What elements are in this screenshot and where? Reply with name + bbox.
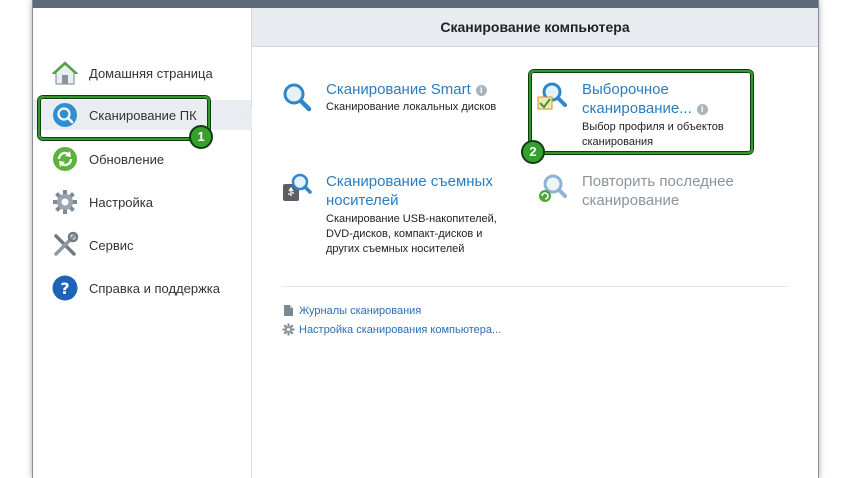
smart-scan-title[interactable]: Сканирование Smart i bbox=[326, 80, 487, 99]
magnifier-icon bbox=[280, 80, 314, 114]
home-icon bbox=[51, 59, 79, 87]
highlight-box-1 bbox=[38, 96, 210, 140]
gear-icon bbox=[51, 188, 79, 216]
document-icon bbox=[282, 304, 294, 317]
sidebar-item-home[interactable]: Домашняя страница bbox=[51, 58, 251, 88]
svg-text:?: ? bbox=[60, 279, 69, 298]
removable-scan-task[interactable]: Сканирование съемных носителей Сканирова… bbox=[280, 172, 520, 262]
sidebar-item-settings[interactable]: Настройка bbox=[51, 187, 251, 217]
removable-scan-desc: Сканирование USB-накопителей, DVD-дисков… bbox=[326, 213, 497, 255]
scan-logs-link[interactable]: Журналы сканирования bbox=[282, 304, 421, 317]
title-bar bbox=[33, 0, 818, 8]
sidebar-item-label: Домашняя страница bbox=[89, 65, 213, 81]
highlight-box-2 bbox=[529, 70, 753, 154]
sidebar-item-help[interactable]: ? Справка и поддержка bbox=[51, 273, 251, 303]
scan-settings-link[interactable]: Настройка сканирования компьютера... bbox=[282, 323, 501, 336]
page-title: Сканирование компьютера bbox=[252, 8, 818, 47]
sidebar-item-label: Справка и поддержка bbox=[89, 280, 220, 296]
smart-scan-desc: Сканирование локальных дисков bbox=[326, 101, 497, 113]
sidebar-item-label: Обновление bbox=[89, 151, 165, 167]
badge-1: 1 bbox=[189, 125, 213, 149]
selection-pointer bbox=[242, 108, 252, 128]
smart-scan-task[interactable]: Сканирование Smart i Сканирование локальн… bbox=[280, 80, 510, 120]
repeat-scan-title[interactable]: Повторить последнее сканирование bbox=[582, 172, 734, 210]
sidebar-item-label: Сервис bbox=[89, 237, 134, 253]
sidebar-item-update[interactable]: Обновление bbox=[51, 144, 251, 174]
gear-icon bbox=[282, 323, 295, 336]
info-icon[interactable]: i bbox=[475, 84, 487, 96]
scan-settings-link-label[interactable]: Настройка сканирования компьютера... bbox=[299, 324, 501, 336]
divider bbox=[282, 286, 788, 287]
sidebar: Домашняя страница Сканирование ПК Обновл… bbox=[33, 8, 252, 478]
repeat-scan-task[interactable]: Повторить последнее сканирование bbox=[536, 172, 756, 212]
tools-icon bbox=[51, 231, 79, 259]
help-icon: ? bbox=[51, 274, 79, 302]
repeat-scan-icon bbox=[536, 172, 570, 206]
sidebar-item-label: Настройка bbox=[89, 194, 153, 210]
sidebar-item-service[interactable]: Сервис bbox=[51, 230, 251, 260]
scan-logs-link-label[interactable]: Журналы сканирования bbox=[299, 305, 421, 317]
removable-scan-title[interactable]: Сканирование съемных носителей bbox=[326, 172, 493, 210]
usb-drive-icon bbox=[280, 172, 314, 206]
badge-2: 2 bbox=[521, 140, 545, 164]
update-icon bbox=[51, 145, 79, 173]
